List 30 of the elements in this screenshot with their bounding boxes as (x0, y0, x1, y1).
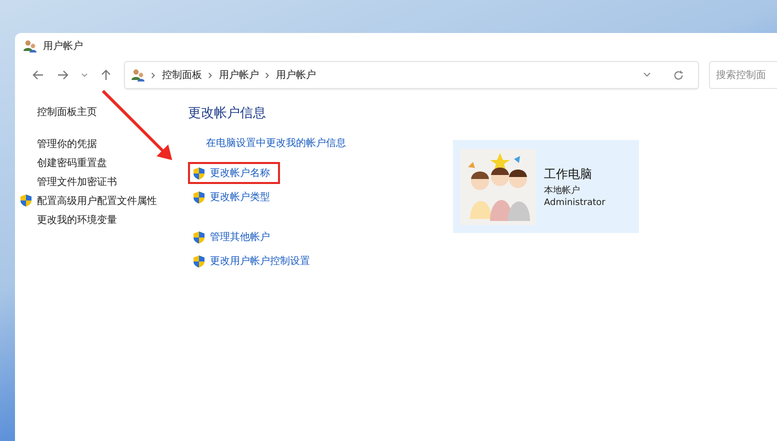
sidebar-link[interactable]: 配置高级用户配置文件属性 (37, 194, 157, 208)
breadcrumb-item[interactable]: 控制面板 (162, 68, 202, 82)
task-link[interactable]: 在电脑设置中更改我的帐户信息 (188, 132, 351, 154)
shield-icon (193, 230, 205, 244)
shield-icon (193, 190, 205, 204)
sidebar-link[interactable]: 管理文件加密证书 (37, 174, 117, 188)
shield-icon (193, 254, 205, 268)
chevron-right-icon (151, 72, 156, 78)
account-type: 本地帐户 (544, 184, 581, 196)
users-icon (23, 38, 37, 52)
shield-icon (193, 166, 205, 180)
users-icon (131, 68, 145, 82)
sidebar-link[interactable]: 更改我的环境变量 (37, 212, 117, 226)
window-title: 用户帐户 (43, 40, 83, 52)
chevron-right-icon (265, 72, 270, 78)
sidebar-link[interactable]: 控制面板主页 (37, 104, 97, 118)
account-name: 工作电脑 (544, 166, 593, 182)
sidebar-link[interactable]: 管理你的凭据 (37, 136, 97, 150)
account-role: Administrator (544, 198, 606, 208)
address-bar[interactable]: 控制面板 用户帐户 用户帐户 (124, 61, 699, 89)
chevron-right-icon (208, 72, 213, 78)
breadcrumb-item[interactable]: 用户帐户 (276, 68, 316, 82)
sidebar-link[interactable]: 创建密码重置盘 (37, 156, 107, 170)
task-link[interactable]: 更改帐户名称 (188, 162, 280, 184)
task-link[interactable]: 管理其他帐户 (188, 226, 275, 248)
search-field[interactable]: 搜索控制面 (709, 61, 777, 89)
breadcrumb-item[interactable]: 用户帐户 (219, 68, 259, 82)
section-heading: 更改帐户信息 (188, 105, 267, 122)
task-link[interactable]: 更改帐户类型 (188, 186, 275, 208)
task-link[interactable]: 更改用户帐户控制设置 (188, 250, 315, 272)
